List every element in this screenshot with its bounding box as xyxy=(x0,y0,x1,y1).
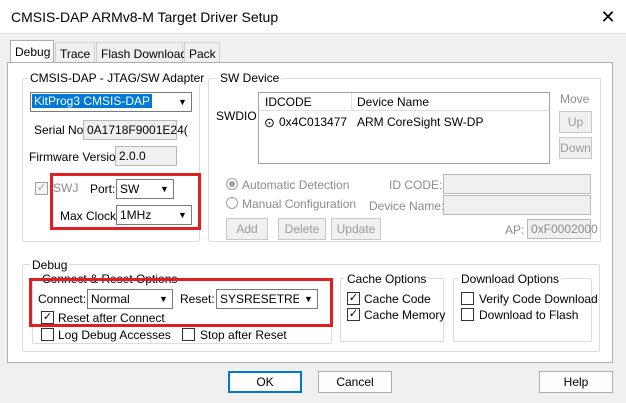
cache-memory-checkbox[interactable]: ✓ xyxy=(347,308,360,321)
tab-pack[interactable]: Pack xyxy=(184,42,220,63)
download-options-label: Download Options xyxy=(459,272,562,286)
tab-flash-download-label: Flash Download xyxy=(101,47,188,61)
highlight-box-connect-reset xyxy=(29,278,333,327)
debug-group-label: Debug xyxy=(30,258,70,272)
download-flash-label: Download to Flash xyxy=(479,308,579,322)
update-button[interactable]: Update xyxy=(331,218,381,240)
device-name-field[interactable] xyxy=(443,195,591,215)
move-label: Move xyxy=(560,92,590,106)
add-button[interactable]: Add xyxy=(226,218,268,240)
cache-code-checkbox[interactable]: ✓ xyxy=(347,292,360,305)
idcode-field[interactable] xyxy=(443,174,591,194)
tab-debug[interactable]: Debug xyxy=(10,40,54,63)
col-device-name-header: Device Name xyxy=(357,95,430,109)
ap-label: AP: xyxy=(505,223,525,237)
log-debug-checkbox[interactable] xyxy=(41,328,54,341)
tab-trace[interactable]: Trace xyxy=(55,42,95,63)
tab-flash-download[interactable]: Flash Download xyxy=(96,42,187,63)
cancel-button[interactable]: Cancel xyxy=(318,371,392,393)
adapter-group-label: CMSIS-DAP - JTAG/SW Adapter xyxy=(28,71,207,85)
tab-pack-label: Pack xyxy=(189,47,216,61)
target-icon: ⊙ xyxy=(264,115,275,130)
firmware-value: 2.0.0 xyxy=(119,149,146,163)
tab-trace-label: Trace xyxy=(60,47,91,61)
swdio-label: SWDIO xyxy=(216,109,257,123)
col-idcode-header: IDCODE xyxy=(265,95,312,109)
highlight-box-port-clock xyxy=(50,173,201,230)
close-icon[interactable]: ✕ xyxy=(596,5,620,29)
device-name-label: Device Name: xyxy=(369,199,445,213)
ok-button[interactable]: OK xyxy=(228,371,302,393)
row-device-name: ARM CoreSight SW-DP xyxy=(357,115,484,129)
auto-detect-radio[interactable] xyxy=(226,178,238,190)
serial-field: 0A1718F9001E24( xyxy=(83,120,188,140)
ap-value: 0xF0002000 xyxy=(531,222,598,236)
download-flash-checkbox[interactable] xyxy=(461,308,474,321)
col-divider xyxy=(351,93,352,111)
help-button[interactable]: Help xyxy=(539,371,613,393)
firmware-label: Firmware Version: xyxy=(29,150,126,164)
delete-button[interactable]: Delete xyxy=(278,218,326,240)
ap-field[interactable]: 0xF0002000 xyxy=(527,219,598,239)
idcode-label: ID CODE: xyxy=(389,178,443,192)
cache-code-label: Cache Code xyxy=(364,292,431,306)
firmware-field: 2.0.0 xyxy=(115,146,177,166)
cache-memory-label: Cache Memory xyxy=(364,308,446,322)
serial-value: 0A1718F9001E24( xyxy=(87,123,188,137)
window-title: CMSIS-DAP ARMv8-M Target Driver Setup xyxy=(11,9,279,25)
manual-config-label: Manual Configuration xyxy=(242,197,357,211)
serial-label: Serial No: xyxy=(34,123,87,137)
auto-detect-label: Automatic Detection xyxy=(242,178,350,192)
title-bar: CMSIS-DAP ARMv8-M Target Driver Setup ✕ xyxy=(0,0,626,34)
cache-options-label: Cache Options xyxy=(345,272,429,286)
adapter-select-value: KitProg3 CMSIS-DAP xyxy=(32,94,153,108)
stop-after-reset-checkbox[interactable] xyxy=(182,328,195,341)
verify-download-label: Verify Code Download xyxy=(479,292,598,306)
row-idcode: 0x4C013477 xyxy=(279,115,348,129)
log-debug-label: Log Debug Accesses xyxy=(58,328,171,342)
move-down-button[interactable]: Down xyxy=(559,137,592,159)
stop-after-reset-label: Stop after Reset xyxy=(200,328,287,342)
chevron-down-icon: ▼ xyxy=(178,97,187,107)
adapter-select[interactable]: KitProg3 CMSIS-DAP ▼ xyxy=(30,92,192,112)
move-up-button[interactable]: Up xyxy=(559,111,592,133)
verify-download-checkbox[interactable] xyxy=(461,292,474,305)
sw-device-group-label: SW Device xyxy=(218,71,282,85)
manual-config-radio[interactable] xyxy=(226,197,238,209)
swj-checkbox[interactable]: ✓ xyxy=(35,182,48,195)
tab-debug-label: Debug xyxy=(15,45,51,59)
radio-dot xyxy=(229,181,235,187)
sw-device-list[interactable]: IDCODE Device Name ⊙ 0x4C013477 ARM Core… xyxy=(258,92,550,164)
